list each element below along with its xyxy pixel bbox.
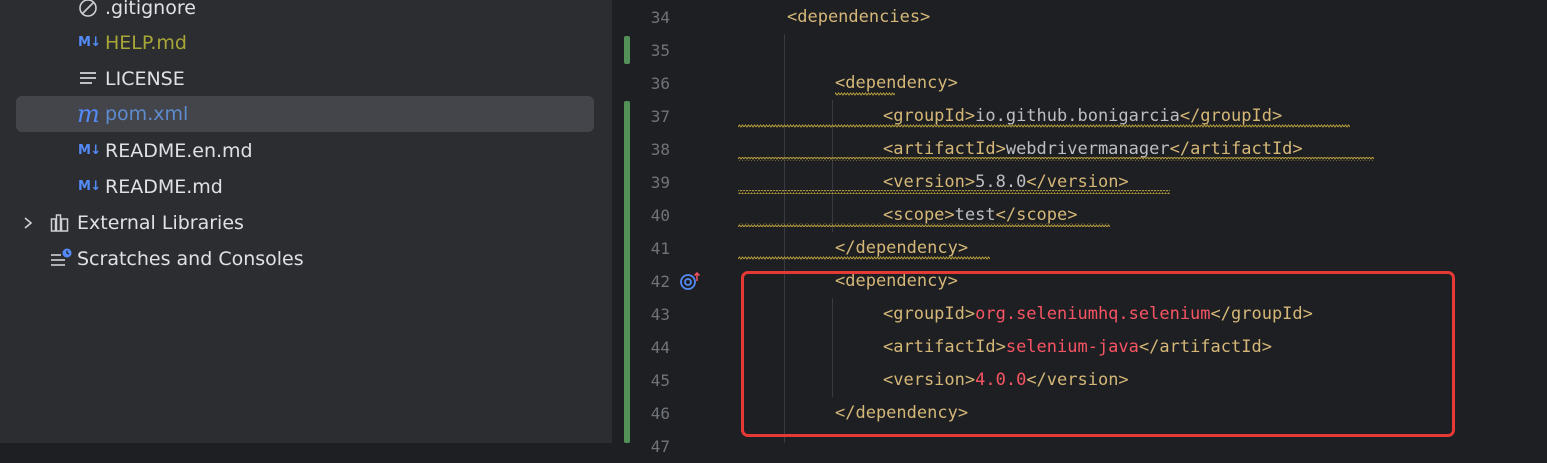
line-number: 39 [650,173,670,192]
line-number: 43 [650,305,670,324]
scratches-icon [50,241,74,277]
line-number: 46 [650,404,670,423]
markdown-icon: M↓ [78,179,101,194]
warning-squiggles [738,92,1374,260]
vcs-change-marker[interactable] [624,101,630,443]
line-number: 35 [650,41,670,60]
line-number: 34 [650,8,670,27]
tree-item-label: README.md [105,176,223,198]
tree-item-label: Scratches and Consoles [77,248,304,270]
maven-icon: m [77,100,100,128]
tree-item-gitignore[interactable]: .gitignore [0,0,600,26]
vcs-change-marker[interactable] [624,36,630,64]
line-number: 44 [650,338,670,357]
tree-item-scratches-and-consoles[interactable]: Scratches and Consoles [0,241,600,277]
tree-item-label: pom.xml [105,103,189,125]
text-file-icon [78,61,98,97]
tree-item-label: External Libraries [77,212,244,234]
library-icon [50,205,70,241]
tree-item-readme-en-md[interactable]: M↓ README.en.md [0,133,600,169]
markdown-icon: M↓ [78,35,101,50]
line-number: 38 [650,140,670,159]
tree-item-license[interactable]: LICENSE [0,61,600,97]
ignored-file-icon [78,0,98,26]
line-number: 40 [650,206,670,225]
line-number: 47 [650,437,670,456]
tree-item-label: HELP.md [105,32,187,54]
line-number: 36 [650,74,670,93]
highlight-annotation-box [741,271,1455,437]
project-panel: .gitignore M↓ HELP.md LICENSE m pom.xml … [0,0,612,443]
tree-item-pom-xml[interactable]: m pom.xml [0,96,600,132]
tree-item-label: README.en.md [105,140,253,162]
maven-dependency-gutter-icon[interactable] [679,270,703,292]
tree-item-help-md[interactable]: M↓ HELP.md [0,25,600,61]
tree-item-label: LICENSE [105,68,185,90]
line-number: 37 [650,107,670,126]
tree-item-label: .gitignore [105,0,196,19]
line-number: 42 [650,272,670,291]
tree-item-readme-md[interactable]: M↓ README.md [0,169,600,205]
line-number: 41 [650,239,670,258]
tree-item-external-libraries[interactable]: External Libraries [0,205,600,241]
markdown-icon: M↓ [78,143,101,158]
chevron-right-icon[interactable] [22,205,34,241]
line-number: 45 [650,371,670,390]
